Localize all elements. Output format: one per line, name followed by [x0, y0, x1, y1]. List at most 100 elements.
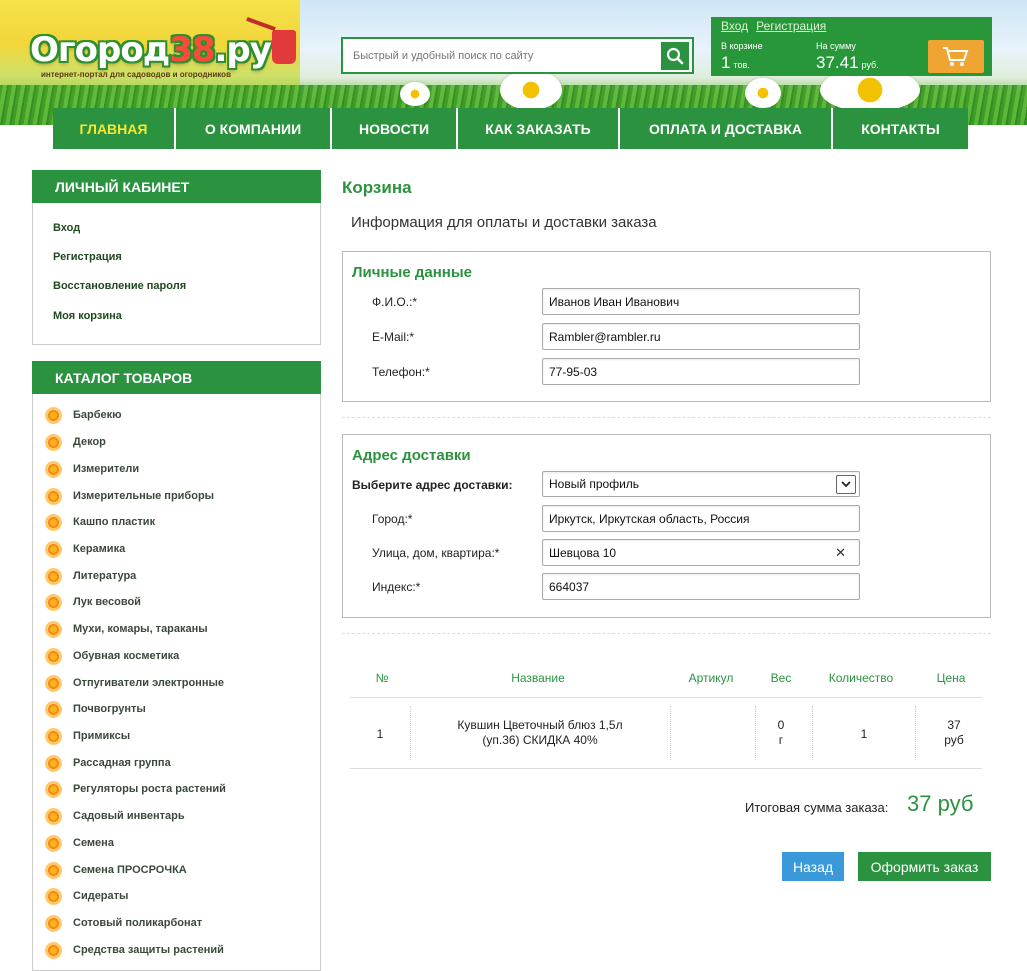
col-header-num: №: [375, 671, 389, 685]
flower-icon: [45, 620, 62, 638]
order-total-value: 37 руб: [907, 791, 974, 816]
catalog-item[interactable]: Почвогрунты: [45, 699, 146, 719]
col-header-name: Название: [511, 671, 565, 685]
catalog-item[interactable]: Отпугиватели электронные: [45, 673, 224, 693]
catalog-item[interactable]: Мухи, комары, тараканы: [45, 619, 208, 639]
search-button[interactable]: [661, 41, 689, 70]
flower-icon: [45, 487, 62, 505]
catalog-item[interactable]: Измерители: [45, 459, 139, 479]
phone-input[interactable]: 77-95-03: [542, 358, 860, 385]
catalog-box: Барбекю Декор Измерители Измерительные п…: [32, 394, 321, 971]
cart-button[interactable]: [928, 40, 984, 73]
nav-contacts[interactable]: КОНТАКТЫ: [833, 108, 968, 149]
order-total-label: Итоговая сумма заказа:: [745, 800, 889, 815]
page-subtitle: Информация для оплаты и доставки заказа: [351, 214, 657, 231]
catalog-item[interactable]: Обувная косметика: [45, 646, 179, 666]
address-select[interactable]: Новый профиль: [542, 471, 860, 497]
catalog-item[interactable]: Семена ПРОСРОЧКА: [45, 860, 187, 880]
flower-icon: [45, 674, 62, 692]
account-cart-link[interactable]: Моя корзина: [53, 310, 122, 322]
chevron-down-icon: [836, 474, 856, 494]
flower-icon: [45, 513, 62, 531]
catalog-item[interactable]: Примиксы: [45, 726, 130, 746]
table-divider: [350, 697, 982, 698]
email-label: E-Mail:*: [372, 330, 415, 344]
flower-icon: [45, 567, 62, 585]
flower-icon: [45, 754, 62, 772]
catalog-item[interactable]: Керамика: [45, 539, 125, 559]
account-register-link[interactable]: Регистрация: [53, 251, 122, 263]
watering-can-icon: [272, 30, 296, 64]
flower-icon: [45, 406, 62, 424]
row-qty: 1: [860, 727, 868, 741]
table-divider: [350, 768, 982, 769]
daisy-decoration: [500, 70, 562, 110]
flower-icon: [45, 807, 62, 825]
search-bar: [341, 37, 694, 74]
catalog-item[interactable]: Кашпо пластик: [45, 512, 155, 532]
personal-data-panel: Личные данные Ф.И.О.:* Иванов Иван Ивано…: [342, 251, 991, 402]
cart-summary: Вход Регистрация В корзине 1 тов. На сумму…: [711, 17, 992, 76]
flower-icon: [45, 914, 62, 932]
search-input[interactable]: [343, 39, 661, 72]
cart-count-label: В корзине: [721, 41, 763, 51]
clear-icon[interactable]: ✕: [835, 545, 846, 561]
flower-icon: [45, 540, 62, 558]
cart-count: 1 тов.: [721, 53, 750, 72]
catalog-item[interactable]: Садовый инвентарь: [45, 806, 185, 826]
catalog-item[interactable]: Лук весовой: [45, 592, 141, 612]
daisy-decoration: [745, 78, 781, 108]
table-divider: [670, 706, 671, 760]
row-weight: 0г: [777, 718, 785, 747]
nav-news[interactable]: НОВОСТИ: [332, 108, 458, 149]
account-login-link[interactable]: Вход: [53, 222, 80, 234]
shopping-cart-icon: [943, 46, 969, 66]
divider: [342, 633, 991, 634]
site-tagline: интернет-портал для садоводов и огородни…: [41, 70, 231, 79]
catalog-item[interactable]: Средства защиты растений: [45, 940, 224, 960]
flower-icon: [45, 861, 62, 879]
flower-icon: [45, 700, 62, 718]
catalog-item[interactable]: Рассадная группа: [45, 753, 171, 773]
catalog-item[interactable]: Сидераты: [45, 886, 128, 906]
flower-icon: [45, 460, 62, 478]
delivery-title: Адрес доставки: [352, 447, 471, 464]
catalog-item[interactable]: Измерительные приборы: [45, 486, 214, 506]
table-divider: [755, 706, 756, 760]
nav-about[interactable]: О КОМПАНИИ: [176, 108, 332, 149]
account-recover-link[interactable]: Восстановление пароля: [53, 280, 186, 292]
cart-sum: 37.41 руб.: [816, 53, 879, 72]
site-logo[interactable]: Огород38.ру: [30, 30, 272, 70]
col-header-article: Артикул: [688, 671, 734, 685]
flower-icon: [45, 834, 62, 852]
table-divider: [812, 706, 813, 760]
place-order-button[interactable]: Оформить заказ: [858, 852, 991, 881]
catalog-item[interactable]: Сотовый поликарбонат: [45, 913, 202, 933]
login-link[interactable]: Вход: [721, 19, 748, 33]
fio-label: Ф.И.О.:*: [372, 295, 418, 309]
fio-input[interactable]: Иванов Иван Иванович: [542, 288, 860, 315]
flower-icon: [45, 727, 62, 745]
divider: [342, 417, 991, 418]
email-input[interactable]: Rambler@rambler.ru: [542, 323, 860, 350]
nav-payment-delivery[interactable]: ОПЛАТА И ДОСТАВКА: [620, 108, 833, 149]
city-input[interactable]: Иркутск, Иркутская область, Россия: [542, 505, 860, 532]
street-input[interactable]: Шевцова 10 ✕: [542, 539, 860, 566]
account-header: ЛИЧНЫЙ КАБИНЕТ: [32, 170, 321, 203]
catalog-item[interactable]: Семена: [45, 833, 114, 853]
row-name[interactable]: Кувшин Цветочный блюз 1,5л (уп.36) СКИДКА…: [420, 718, 660, 748]
back-button[interactable]: Назад: [782, 852, 844, 881]
site-header: Огород38.ру интернет-портал для садоводо…: [0, 0, 1027, 125]
flower-icon: [45, 647, 62, 665]
catalog-item[interactable]: Регуляторы роста растений: [45, 779, 226, 799]
catalog-item[interactable]: Литература: [45, 566, 136, 586]
phone-label: Телефон:*: [372, 365, 430, 379]
zip-input[interactable]: 664037: [542, 573, 860, 600]
flower-icon: [45, 593, 62, 611]
page-title: Корзина: [342, 178, 412, 197]
catalog-item[interactable]: Барбекю: [45, 405, 122, 425]
nav-home[interactable]: ГЛАВНАЯ: [53, 108, 176, 149]
register-link[interactable]: Регистрация: [756, 19, 826, 33]
catalog-item[interactable]: Декор: [45, 432, 106, 452]
nav-how-to-order[interactable]: КАК ЗАКАЗАТЬ: [458, 108, 620, 149]
